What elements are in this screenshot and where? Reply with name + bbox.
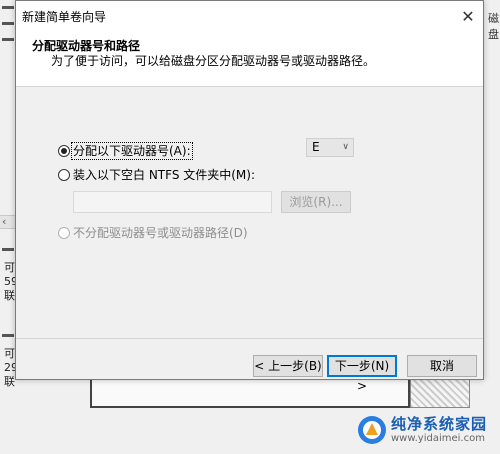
scroll-left-icon[interactable]: ‹ [2,215,6,228]
assign-letter-radio[interactable] [58,145,70,157]
next-button[interactable]: 下一步(N) > [327,355,397,393]
assign-letter-label[interactable]: 分配以下驱动器号(A): [71,142,193,160]
cancel-button[interactable]: 取消 [407,355,477,377]
site-logo-icon [358,416,386,444]
list-line [2,38,14,41]
no-assign-label[interactable]: 不分配驱动器号或驱动器路径(D) [73,226,248,240]
footer-divider [16,338,483,339]
disk-status-text: 可 [4,347,15,360]
disk-line [2,248,14,251]
background-scrollbar[interactable]: ‹ [0,215,15,229]
mount-folder-radio[interactable] [58,169,70,181]
watermark-title: 纯净系统家园 [391,415,488,433]
drive-letter-value: E [312,140,320,154]
list-line [2,6,14,9]
chevron-down-icon: ∨ [342,142,349,152]
option-mount-folder[interactable]: 装入以下空白 NTFS 文件夹中(M): [58,168,255,182]
close-icon: ✕ [461,6,475,26]
disk-status-text: 可 [4,261,15,274]
drive-letter-select[interactable]: E ∨ [306,138,354,157]
dialog-title: 新建简单卷向导 [22,10,107,24]
background-window-right [484,0,500,454]
folder-path-input[interactable] [73,191,272,213]
background-column-label: 磁盘 [488,12,499,41]
wizard-header: 分配驱动器号和路径 为了便于访问，可以给磁盘分区分配驱动器号或驱动器路径。 [16,31,483,87]
wizard-content: 分配以下驱动器号(A): E ∨ 装入以下空白 NTFS 文件夹中(M): 浏览… [16,88,483,338]
disk-online-text: 联 [4,375,15,388]
option-assign-letter[interactable]: 分配以下驱动器号(A): [58,142,193,160]
watermark-url: www.yidaimei.com [391,433,485,444]
back-button[interactable]: < 上一步(B) [253,355,323,377]
option-no-assign[interactable]: 不分配驱动器号或驱动器路径(D) [58,226,248,240]
new-simple-volume-wizard: 新建简单卷向导 ✕ 分配驱动器号和路径 为了便于访问，可以给磁盘分区分配驱动器号… [15,0,484,393]
watermark: 纯净系统家园 www.yidaimei.com [357,410,497,450]
title-bar: 新建简单卷向导 ✕ [16,1,483,31]
page-description: 为了便于访问，可以给磁盘分区分配驱动器号或驱动器路径。 [51,54,376,68]
browse-button[interactable]: 浏览(R)... [281,191,351,213]
mount-folder-label[interactable]: 装入以下空白 NTFS 文件夹中(M): [73,168,255,182]
no-assign-radio[interactable] [58,227,70,239]
disk-line [2,334,14,337]
disk-online-text: 联 [4,289,15,302]
list-line [2,22,14,25]
close-button[interactable]: ✕ [453,1,483,31]
